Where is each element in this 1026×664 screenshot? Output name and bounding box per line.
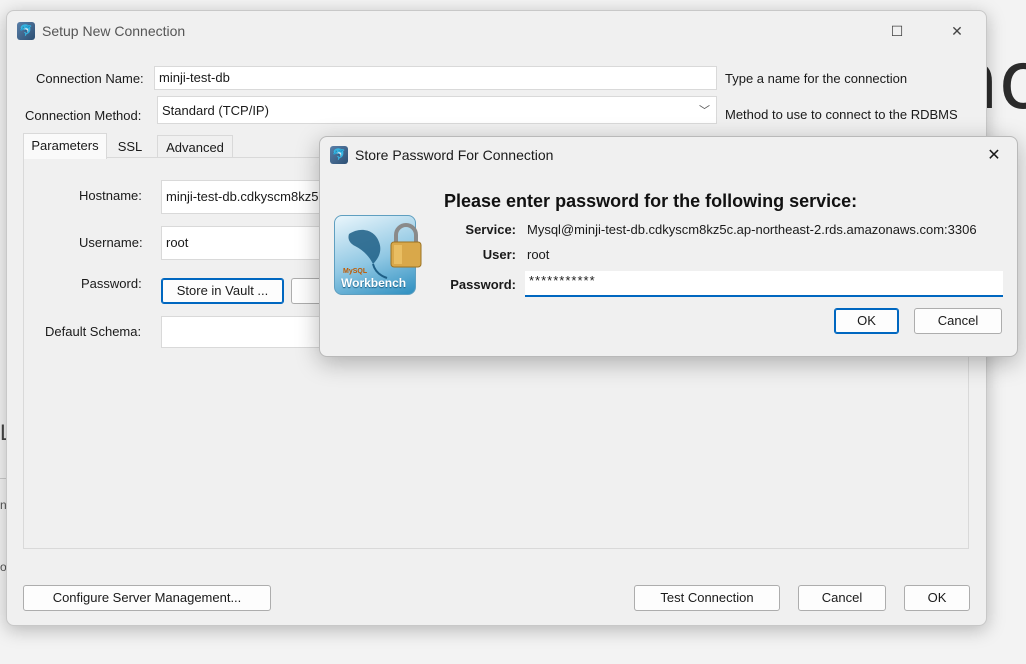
password-input[interactable]: *********** — [525, 271, 1003, 297]
connection-method-hint: Method to use to connect to the RDBMS — [725, 107, 958, 122]
dialog-heading: Please enter password for the following … — [444, 191, 858, 211]
mysql-workbench-icon: 🐬 — [17, 22, 35, 40]
service-label: Service: — [465, 222, 516, 237]
default-schema-label: Default Schema: — [45, 324, 142, 339]
maximize-button[interactable]: ☐ — [885, 20, 909, 42]
tab-parameters[interactable]: Parameters — [23, 133, 107, 159]
username-label: Username: — [79, 235, 143, 250]
connection-name-input[interactable]: minji-test-db — [154, 66, 717, 90]
service-value: Mysql@minji-test-db.cdkyscm8kz5c.ap-nort… — [527, 222, 977, 237]
ok-button[interactable]: OK — [904, 585, 970, 611]
logo-mysql-text: MySQL — [343, 268, 368, 275]
test-connection-button[interactable]: Test Connection — [634, 585, 780, 611]
password-label: Password: — [81, 276, 142, 291]
dialog-cancel-button[interactable]: Cancel — [914, 308, 1002, 334]
dialog-title: Store Password For Connection — [355, 147, 554, 163]
mysql-workbench-lock-logo: MySQL Workbench — [334, 215, 422, 297]
cancel-button[interactable]: Cancel — [798, 585, 886, 611]
mysql-workbench-icon: 🐬 — [330, 146, 348, 164]
store-in-vault-button[interactable]: Store in Vault ... — [161, 278, 284, 304]
hostname-input[interactable]: minji-test-db.cdkyscm8kz5 — [161, 180, 341, 214]
connection-method-select[interactable]: Standard (TCP/IP) ﹀ — [157, 96, 717, 124]
user-label: User: — [482, 247, 516, 262]
connection-name-hint: Type a name for the connection — [725, 71, 908, 86]
user-value: root — [527, 247, 550, 262]
close-button[interactable]: ✕ — [945, 20, 969, 42]
connection-method-label: Connection Method: — [25, 108, 142, 123]
lock-icon — [390, 223, 422, 268]
title-bar[interactable]: 🐬 Setup New Connection ☐ ✕ — [7, 11, 986, 51]
tab-ssl[interactable]: SSL — [107, 135, 153, 159]
logo-workbench-text: Workbench — [341, 276, 407, 290]
store-password-dialog: 🐬 Store Password For Connection ✕ MySQL … — [319, 136, 1018, 357]
tab-advanced[interactable]: Advanced — [157, 135, 233, 159]
window-title: Setup New Connection — [42, 23, 186, 39]
dialog-password-label: Password: — [450, 277, 516, 292]
hostname-label: Hostname: — [79, 188, 142, 203]
chevron-down-icon: ﹀ — [699, 105, 710, 117]
connection-method-value: Standard (TCP/IP) — [162, 102, 269, 118]
dialog-close-button[interactable]: ✕ — [981, 144, 1007, 168]
configure-server-management-button[interactable]: Configure Server Management... — [23, 585, 271, 611]
username-input[interactable]: root — [161, 226, 341, 260]
connection-name-label: Connection Name: — [36, 71, 144, 86]
default-schema-input[interactable] — [161, 316, 341, 348]
dialog-ok-button[interactable]: OK — [834, 308, 899, 334]
